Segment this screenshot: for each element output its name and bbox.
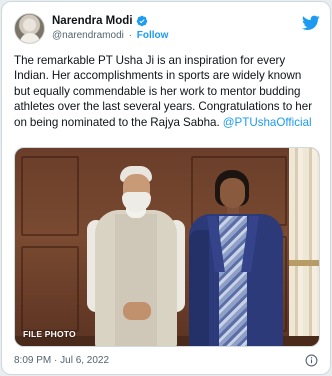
handle-separator: ·: [128, 30, 132, 41]
verified-badge-icon: [136, 15, 147, 27]
tweet-text: The remarkable PT Usha Ji is an inspirat…: [14, 53, 320, 130]
wall-panel: [21, 246, 79, 332]
follow-button[interactable]: Follow: [137, 30, 169, 41]
photo-caption: FILE PHOTO: [23, 329, 76, 339]
woman-figure: [187, 170, 287, 346]
man-figure: [85, 166, 187, 346]
tweet-photo[interactable]: FILE PHOTO: [14, 147, 320, 347]
author-avatar[interactable]: [14, 13, 45, 44]
mention-link[interactable]: @PTUshaOfficial: [223, 116, 312, 129]
author-display-name[interactable]: Narendra Modi: [52, 15, 133, 27]
author-handle-row: @narendramodi · Follow: [52, 30, 168, 41]
author-handle[interactable]: @narendramodi: [52, 30, 124, 41]
author-name-row: Narendra Modi: [52, 15, 148, 27]
info-icon[interactable]: [305, 354, 318, 367]
embedded-tweet-card: Narendra Modi @narendramodi · Follow The…: [1, 1, 331, 375]
tweet-timestamp[interactable]: 8:09 PM · Jul 6, 2022: [14, 355, 109, 366]
tweet-header: Narendra Modi @narendramodi · Follow: [14, 13, 320, 45]
curtain-tieback: [289, 260, 319, 266]
wall-panel: [21, 156, 79, 236]
curtain: [289, 148, 319, 346]
twitter-bird-icon[interactable]: [302, 15, 320, 31]
